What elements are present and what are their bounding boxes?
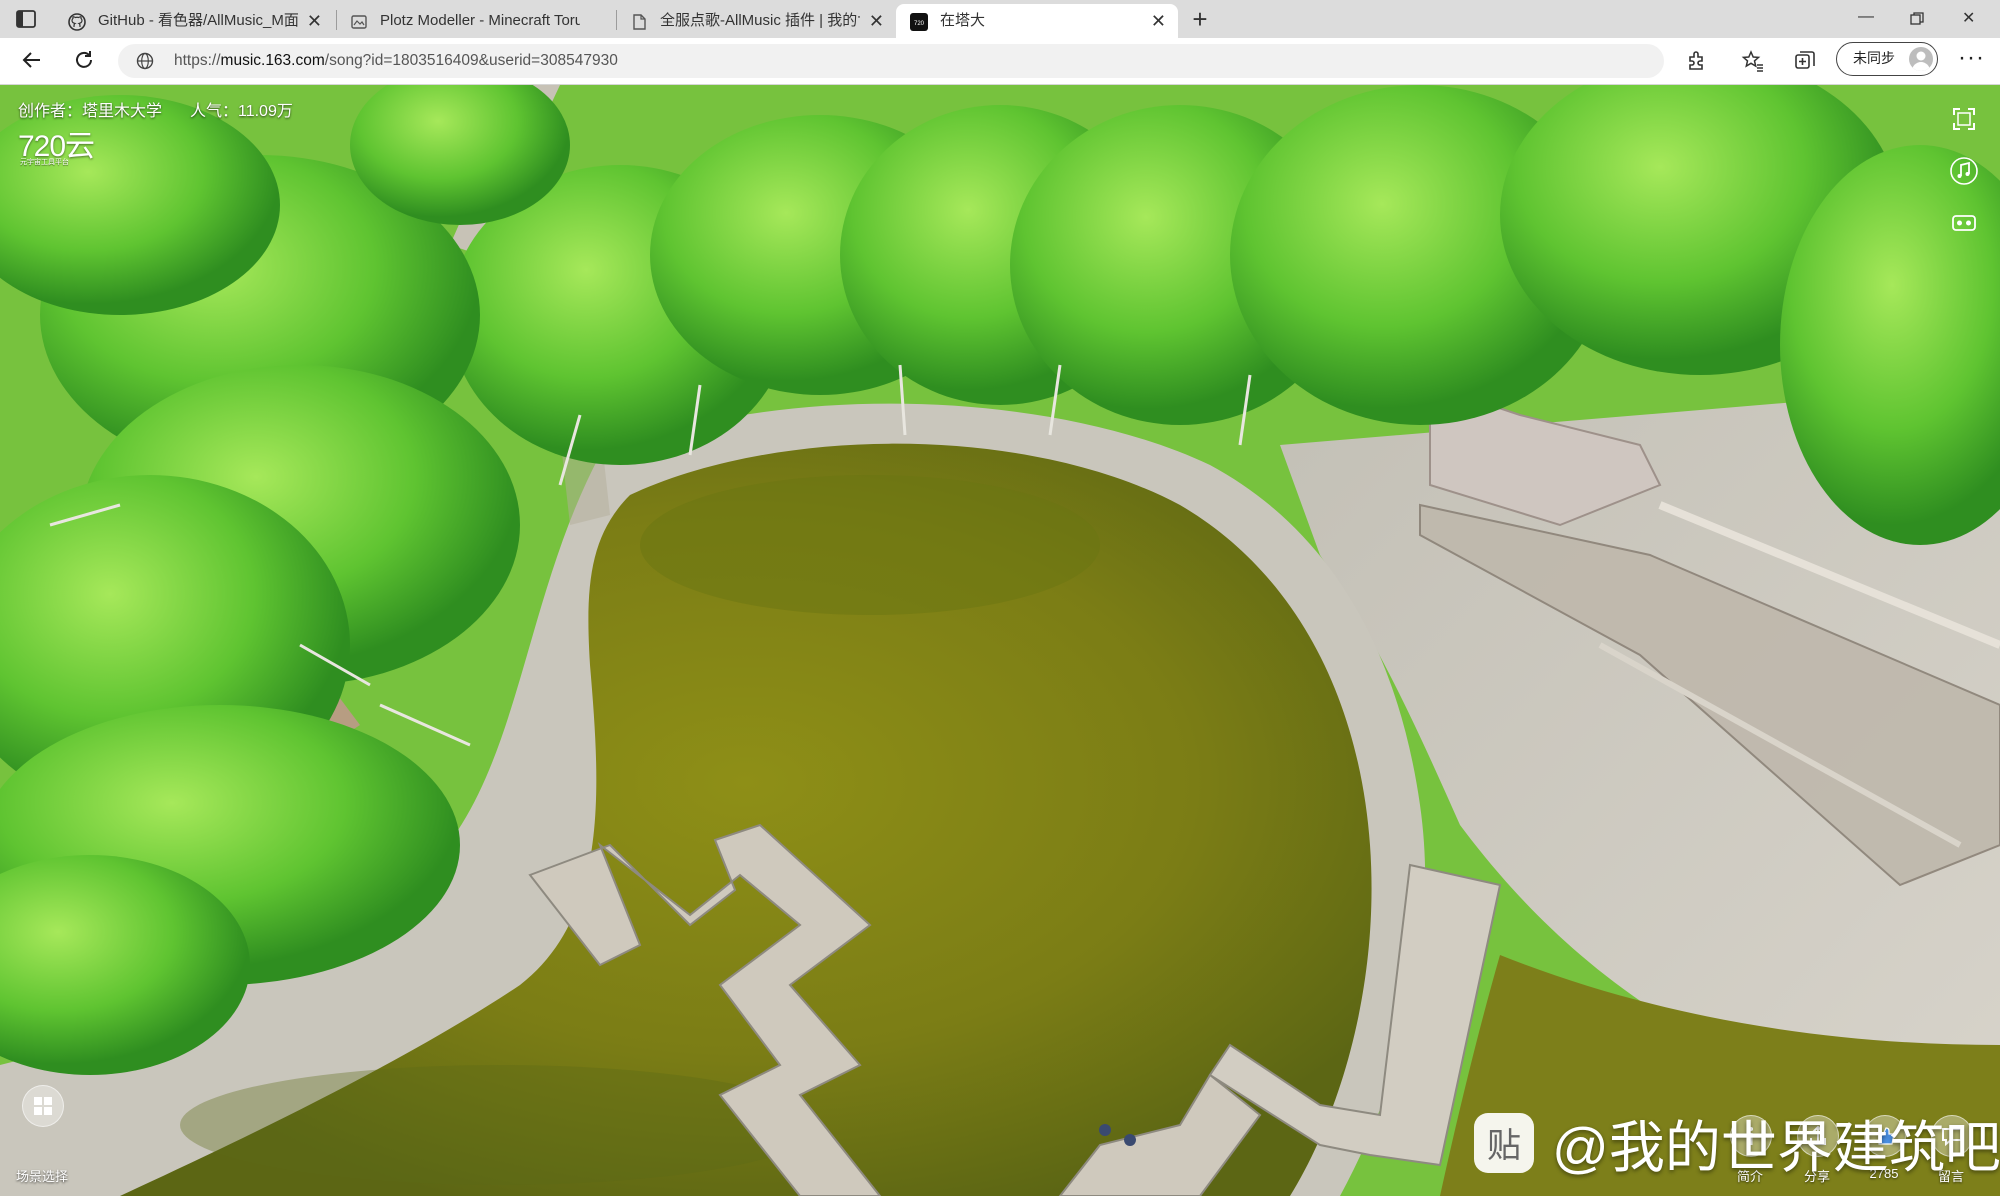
- tab-allmusic[interactable]: 全服点歌-AllMusic 插件 | 我的世 ✕: [616, 4, 896, 38]
- popularity-label: 人气：11.09万: [190, 103, 293, 120]
- restore-icon[interactable]: [1910, 12, 1924, 26]
- url-path: /song?id=1803516409&userid=308547930: [324, 52, 618, 69]
- more-menu-icon[interactable]: ···: [1958, 44, 1985, 72]
- globe-icon[interactable]: [136, 52, 154, 70]
- aerial-pond-scene[interactable]: 贴: [0, 85, 2000, 1196]
- tab-title: GitHub - 看色器/AllMusic_M面庫: [98, 12, 298, 29]
- close-icon[interactable]: ✕: [1151, 4, 1166, 38]
- page-icon: [351, 15, 367, 29]
- close-icon[interactable]: ✕: [869, 4, 884, 38]
- watermark-text: @我的世界建筑吧: [1552, 1116, 2000, 1179]
- collections-icon[interactable]: [1792, 48, 1818, 74]
- back-icon[interactable]: [18, 46, 46, 74]
- tab-plotz[interactable]: Plotz Modeller - Minecraft Torus: [336, 4, 614, 38]
- avatar: [1909, 47, 1933, 71]
- extensions-icon[interactable]: [1684, 48, 1710, 74]
- 720yun-favicon-icon: 720: [910, 13, 928, 31]
- grid-icon: [34, 1097, 52, 1115]
- scene-select-label: 场景选择: [15, 1169, 68, 1184]
- logo-subtitle: 元宇宙工具平台: [20, 159, 69, 166]
- svg-text:贴: 贴: [1487, 1126, 1521, 1166]
- user-icon: [1912, 51, 1930, 71]
- tieba-logo-icon: 贴: [1474, 1113, 1534, 1173]
- tab-github[interactable]: GitHub - 看色器/AllMusic_M面庫 ✕: [54, 4, 334, 38]
- url-host: music.163.com: [220, 52, 325, 69]
- refresh-icon[interactable]: [70, 46, 98, 74]
- url-text[interactable]: https://music.163.com/song?id=1803516409…: [174, 44, 618, 78]
- minimize-icon[interactable]: —: [1858, 8, 1874, 26]
- tab-actions-icon[interactable]: [14, 8, 38, 30]
- tab-strip: GitHub - 看色器/AllMusic_M面庫 ✕ Plotz Modell…: [0, 0, 2000, 38]
- panorama-viewport[interactable]: 贴 创作者：塔里木大学 人气：11.09万 720云 元宇宙工具平台 场景选择 …: [0, 85, 2000, 1196]
- profile-sync-button[interactable]: 未同步: [1836, 42, 1938, 76]
- close-window-icon[interactable]: ✕: [1962, 8, 1975, 28]
- music-icon[interactable]: [1948, 155, 1980, 187]
- close-icon[interactable]: ✕: [307, 4, 322, 38]
- github-icon: [68, 13, 86, 31]
- svg-text:720: 720: [914, 21, 925, 27]
- favorites-icon[interactable]: [1740, 48, 1766, 74]
- person: [1099, 1124, 1111, 1136]
- tab-title: Plotz Modeller - Minecraft Torus: [380, 12, 580, 29]
- document-icon: [633, 14, 646, 30]
- address-bar[interactable]: https://music.163.com/song?id=1803516409…: [118, 44, 1664, 78]
- vr-icon[interactable]: [1948, 207, 1980, 239]
- creator-label: 创作者：塔里木大学: [18, 103, 163, 120]
- tab-title: 全服点歌-AllMusic 插件 | 我的世: [660, 12, 860, 29]
- new-tab-button[interactable]: +: [1186, 6, 1214, 34]
- tab-title: 在塔大: [940, 12, 986, 29]
- person: [1124, 1134, 1136, 1146]
- browser-toolbar: https://music.163.com/song?id=1803516409…: [0, 38, 2000, 85]
- fullscreen-icon[interactable]: [1948, 103, 1980, 135]
- sync-label: 未同步: [1853, 50, 1895, 66]
- scene-select-button[interactable]: [22, 1085, 64, 1127]
- tab-active[interactable]: 720 在塔大 ✕: [896, 4, 1178, 38]
- url-prefix: https://: [174, 52, 221, 69]
